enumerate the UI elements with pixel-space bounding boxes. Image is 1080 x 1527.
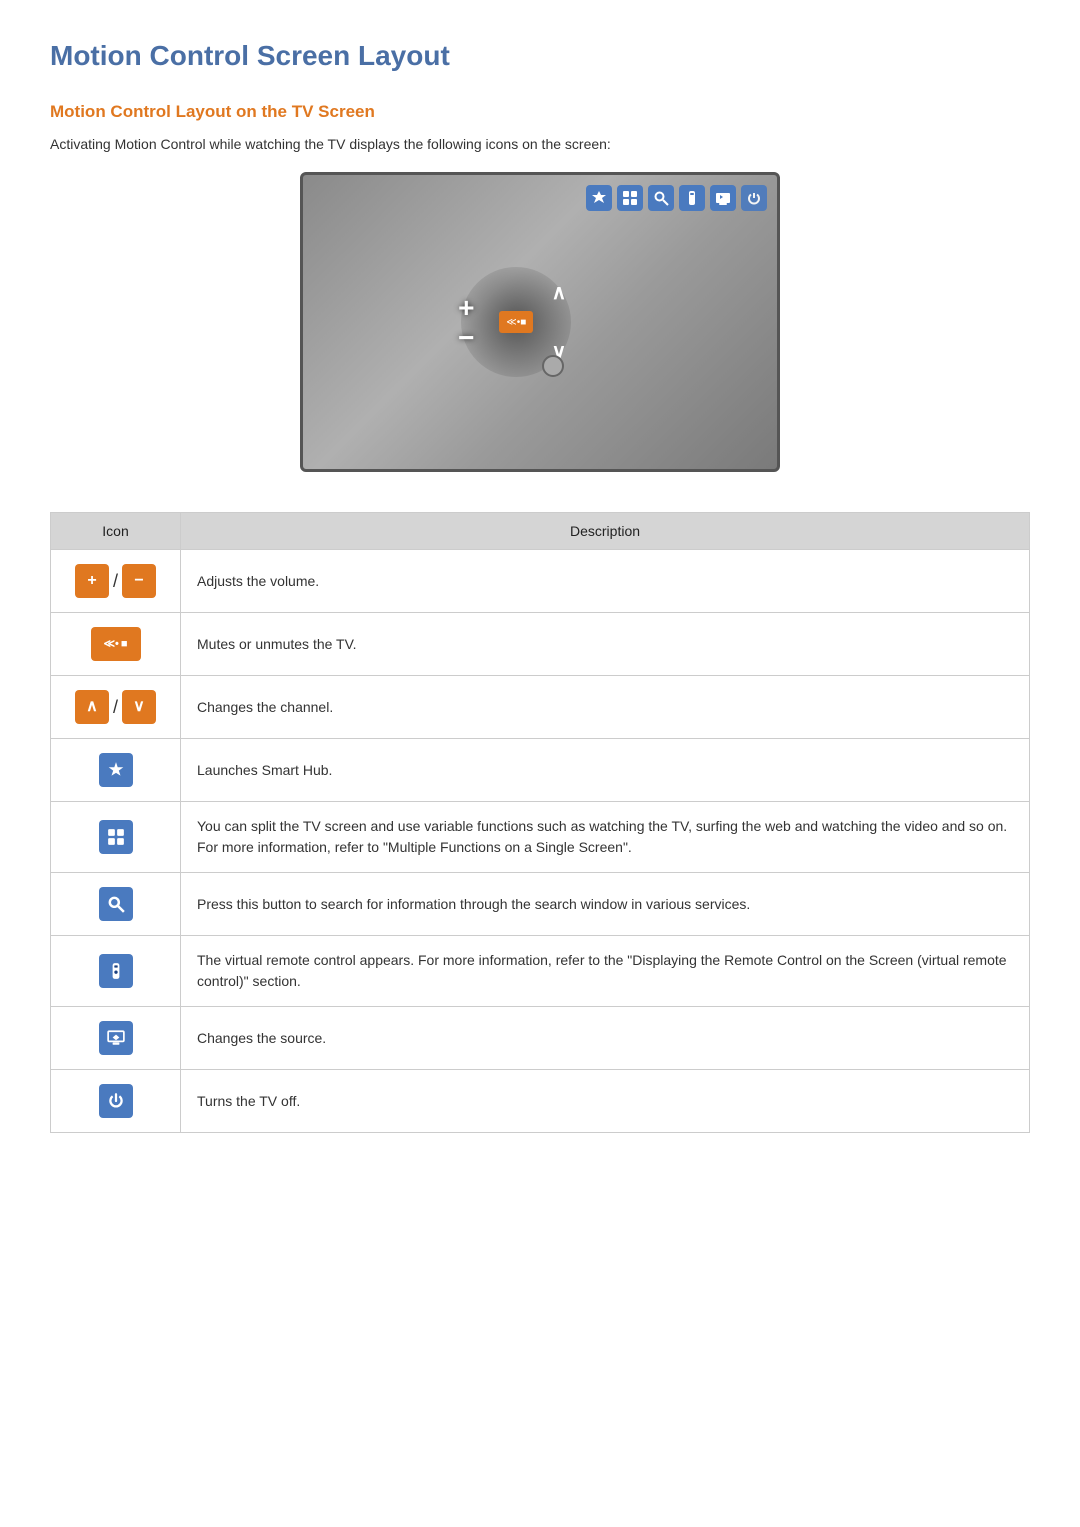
tv-hub-icon [586, 185, 612, 211]
motion-control-cross: + − ∧ ∨ ≪• ■ [456, 262, 576, 382]
volume-minus-icon: − [122, 564, 156, 598]
section-title: Motion Control Layout on the TV Screen [50, 102, 1030, 122]
desc-channel: Changes the channel. [181, 676, 1030, 739]
table-row: You can split the TV screen and use vari… [51, 802, 1030, 873]
smart-hub-icon [99, 753, 133, 787]
page-title: Motion Control Screen Layout [50, 40, 1030, 72]
table-row: Turns the TV off. [51, 1070, 1030, 1133]
col-header-icon: Icon [51, 513, 181, 550]
tv-multi-icon [617, 185, 643, 211]
desc-volume: Adjusts the volume. [181, 550, 1030, 613]
tv-remote-icon [679, 185, 705, 211]
tv-screen: + − ∧ ∨ ≪• ■ [300, 172, 780, 472]
remote-icon [99, 954, 133, 988]
icon-cell-smarthub [51, 739, 181, 802]
table-row: ∧ / ∨ Changes the channel. [51, 676, 1030, 739]
icon-cell-volume: + / − [51, 550, 181, 613]
desc-power: Turns the TV off. [181, 1070, 1030, 1133]
table-row: Launches Smart Hub. [51, 739, 1030, 802]
multi-icon [99, 820, 133, 854]
channel-up-icon: ∧ [75, 690, 109, 724]
col-header-desc: Description [181, 513, 1030, 550]
icon-cell-remote [51, 936, 181, 1007]
icon-cell-channel: ∧ / ∨ [51, 676, 181, 739]
desc-search: Press this button to search for informat… [181, 873, 1030, 936]
intro-text: Activating Motion Control while watching… [50, 136, 1030, 152]
tv-source-icon [710, 185, 736, 211]
source-icon [99, 1021, 133, 1055]
icon-cell-multi [51, 802, 181, 873]
desc-smarthub: Launches Smart Hub. [181, 739, 1030, 802]
tv-search-icon [648, 185, 674, 211]
volume-plus-icon: + [75, 564, 109, 598]
icon-cell-search [51, 873, 181, 936]
desc-mute: Mutes or unmutes the TV. [181, 613, 1030, 676]
search-icon [99, 887, 133, 921]
icon-table: Icon Description + / − Adjusts the volum… [50, 512, 1030, 1133]
desc-source: Changes the source. [181, 1007, 1030, 1070]
tv-toolbar [586, 185, 767, 211]
table-row: Changes the source. [51, 1007, 1030, 1070]
tv-screen-diagram: + − ∧ ∨ ≪• ■ [50, 172, 1030, 472]
icon-cell-source [51, 1007, 181, 1070]
channel-down-icon: ∨ [122, 690, 156, 724]
desc-multi: You can split the TV screen and use vari… [181, 802, 1030, 873]
icon-cell-mute: ≪• ■ [51, 613, 181, 676]
desc-remote: The virtual remote control appears. For … [181, 936, 1030, 1007]
mute-icon: ≪• ■ [91, 627, 141, 661]
table-row: ≪• ■ Mutes or unmutes the TV. [51, 613, 1030, 676]
table-row: Press this button to search for informat… [51, 873, 1030, 936]
table-row: + / − Adjusts the volume. [51, 550, 1030, 613]
tv-power-icon [741, 185, 767, 211]
table-row: The virtual remote control appears. For … [51, 936, 1030, 1007]
power-icon [99, 1084, 133, 1118]
icon-cell-power [51, 1070, 181, 1133]
